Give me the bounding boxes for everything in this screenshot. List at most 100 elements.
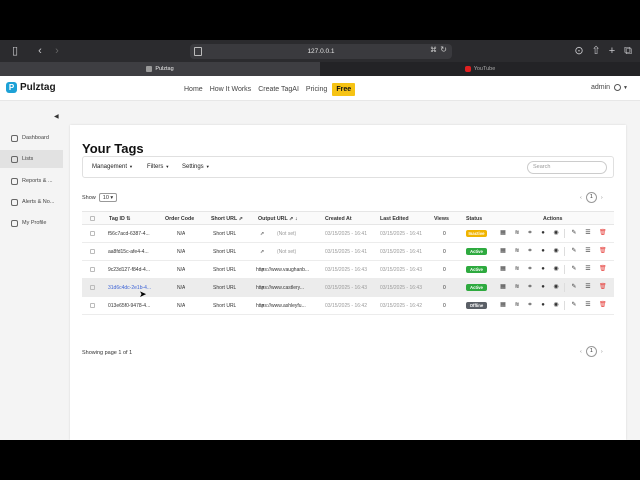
download-icon[interactable]: ⊙ [572,44,586,58]
short-url-link[interactable]: Short URL [213,231,236,237]
qr-code-icon[interactable]: ▦ [500,248,506,255]
col-status[interactable]: Status [466,216,482,222]
short-url-link[interactable]: Short URL [213,267,236,273]
globe-icon[interactable]: ● [540,248,546,255]
col-short-url[interactable]: Short URL ⇗ [211,216,243,222]
tag-id-cell[interactable]: aa8fd15c-afe4-4... [108,249,160,255]
nav-link-how-it-works[interactable]: How It Works [210,86,252,93]
scan-icon[interactable]: ⌗ [527,302,533,309]
brand-logo[interactable]: P Pulztag [6,82,56,93]
address-bar[interactable]: 127.0.0.1 ⌘ ↻ [190,44,452,59]
reload-icon[interactable]: ↻ [440,45,447,54]
delete-icon[interactable]: 🗑 [599,284,607,291]
edit-icon[interactable]: ✎ [571,266,577,273]
scan-icon[interactable]: ⌗ [527,248,533,255]
globe-icon[interactable]: ● [540,302,546,309]
new-tab-icon[interactable]: + [605,44,619,58]
management-menu[interactable]: Management ▼ [92,164,133,170]
scan-icon[interactable]: ⌗ [527,284,533,291]
table-row[interactable]: f56c7acd-6387-4... N/A Short URL ⇗ (Not set)… [82,225,614,243]
sidebar-item-dashboard[interactable]: Dashboard [0,129,63,147]
delete-icon[interactable]: 🗑 [599,230,607,237]
col-last-edited[interactable]: Last Edited [380,216,409,222]
row-checkbox[interactable] [90,285,95,290]
tab-pulztag[interactable]: Pulztag [0,62,320,76]
user-menu[interactable]: admin ▼ [591,84,628,91]
qr-code-icon[interactable]: ▦ [500,230,506,237]
sidebar-toggle-icon[interactable]: ▯ [8,44,22,58]
row-checkbox[interactable] [90,231,95,236]
filters-menu[interactable]: Filters ▼ [147,164,169,170]
next-page-icon[interactable]: › [601,195,603,201]
col-views[interactable]: Views [434,216,449,222]
eye-icon[interactable]: ◉ [553,248,559,255]
col-output-url[interactable]: Output URL ⇗ ↓ [258,216,298,222]
nav-link-create-tagai[interactable]: Create TagAI [258,86,299,93]
short-url-link[interactable]: Short URL [213,249,236,255]
tag-id-cell[interactable]: 9c23d127-f84d-4... [108,267,160,273]
short-url-link[interactable]: Short URL [213,303,236,309]
qr-code-icon[interactable]: ▦ [500,284,506,291]
edit-icon[interactable]: ✎ [571,248,577,255]
tag-id-cell[interactable]: f56c7acd-6387-4... [108,231,160,237]
tab-overview-icon[interactable]: ⧉ [621,44,635,58]
next-page-icon[interactable]: › [601,349,603,355]
delete-icon[interactable]: 🗑 [599,302,607,309]
col-order-code[interactable]: Order Code [165,216,194,222]
forward-icon[interactable]: › [50,44,64,58]
sidebar-item-reports[interactable]: Reports & ... [0,172,63,190]
settings-sliders-icon[interactable]: ☰ [585,266,591,273]
prev-page-icon[interactable]: ‹ [580,195,582,201]
free-button[interactable]: Free [332,83,356,96]
output-url-cell[interactable]: https://www.ashleyfu... [256,303,318,309]
nav-link-home[interactable]: Home [184,86,203,93]
table-row[interactable]: 31d6c4dc-2e1b-4... N/A Short URL ⇗ https://w… [82,279,614,297]
wifi-icon[interactable]: ≋ [514,266,520,273]
collapse-sidebar-icon[interactable]: ◀ [54,113,59,120]
sidebar-item-my-profile[interactable]: My Profile [0,214,63,232]
sidebar-item-alerts[interactable]: Alerts & No... [0,193,63,211]
settings-menu[interactable]: Settings ▼ [182,164,210,170]
page-size-select[interactable]: 10 ▾ [98,193,118,202]
settings-sliders-icon[interactable]: ☰ [585,284,591,291]
share-icon[interactable]: ⇧ [589,44,603,58]
tab-youtube[interactable]: YouTube [320,62,640,76]
qr-code-icon[interactable]: ▦ [500,266,506,273]
globe-icon[interactable]: ● [540,230,546,237]
edit-icon[interactable]: ✎ [571,230,577,237]
settings-sliders-icon[interactable]: ☰ [585,302,591,309]
eye-icon[interactable]: ◉ [553,284,559,291]
wifi-icon[interactable]: ≋ [514,284,520,291]
table-row[interactable]: 013e65f0-9478-4... N/A Short URL ⇗ https://w… [82,297,614,315]
back-icon[interactable]: ‹ [33,44,47,58]
output-url-cell[interactable]: https://www.vaughanb... [256,267,318,273]
eye-icon[interactable]: ◉ [553,266,559,273]
row-checkbox[interactable] [90,267,95,272]
scan-icon[interactable]: ⌗ [527,266,533,273]
short-url-link[interactable]: Short URL [213,285,236,291]
tag-id-cell[interactable]: 013e65f0-9478-4... [108,303,160,309]
col-created-at[interactable]: Created At [325,216,352,222]
eye-icon[interactable]: ◉ [553,230,559,237]
select-all-checkbox[interactable] [90,216,95,221]
globe-icon[interactable]: ● [540,284,546,291]
row-checkbox[interactable] [90,303,95,308]
scan-icon[interactable]: ⌗ [527,230,533,237]
prev-page-icon[interactable]: ‹ [580,349,582,355]
search-input[interactable]: Search [527,161,607,174]
settings-sliders-icon[interactable]: ☰ [585,230,591,237]
globe-icon[interactable]: ● [540,266,546,273]
col-tag-id[interactable]: Tag ID ⇅ [109,216,131,222]
page-number-button[interactable]: 1 [585,346,597,357]
edit-icon[interactable]: ✎ [571,284,577,291]
wifi-icon[interactable]: ≋ [514,248,520,255]
translate-icon[interactable]: ⌘ [430,46,437,54]
edit-icon[interactable]: ✎ [571,302,577,309]
page-number-button[interactable]: 1 [585,192,597,203]
wifi-icon[interactable]: ≋ [514,302,520,309]
qr-code-icon[interactable]: ▦ [500,302,506,309]
output-url-cell[interactable]: https://www.castlery... [256,285,318,291]
delete-icon[interactable]: 🗑 [599,266,607,273]
settings-sliders-icon[interactable]: ☰ [585,248,591,255]
sidebar-item-lists[interactable]: Lists [0,150,63,168]
